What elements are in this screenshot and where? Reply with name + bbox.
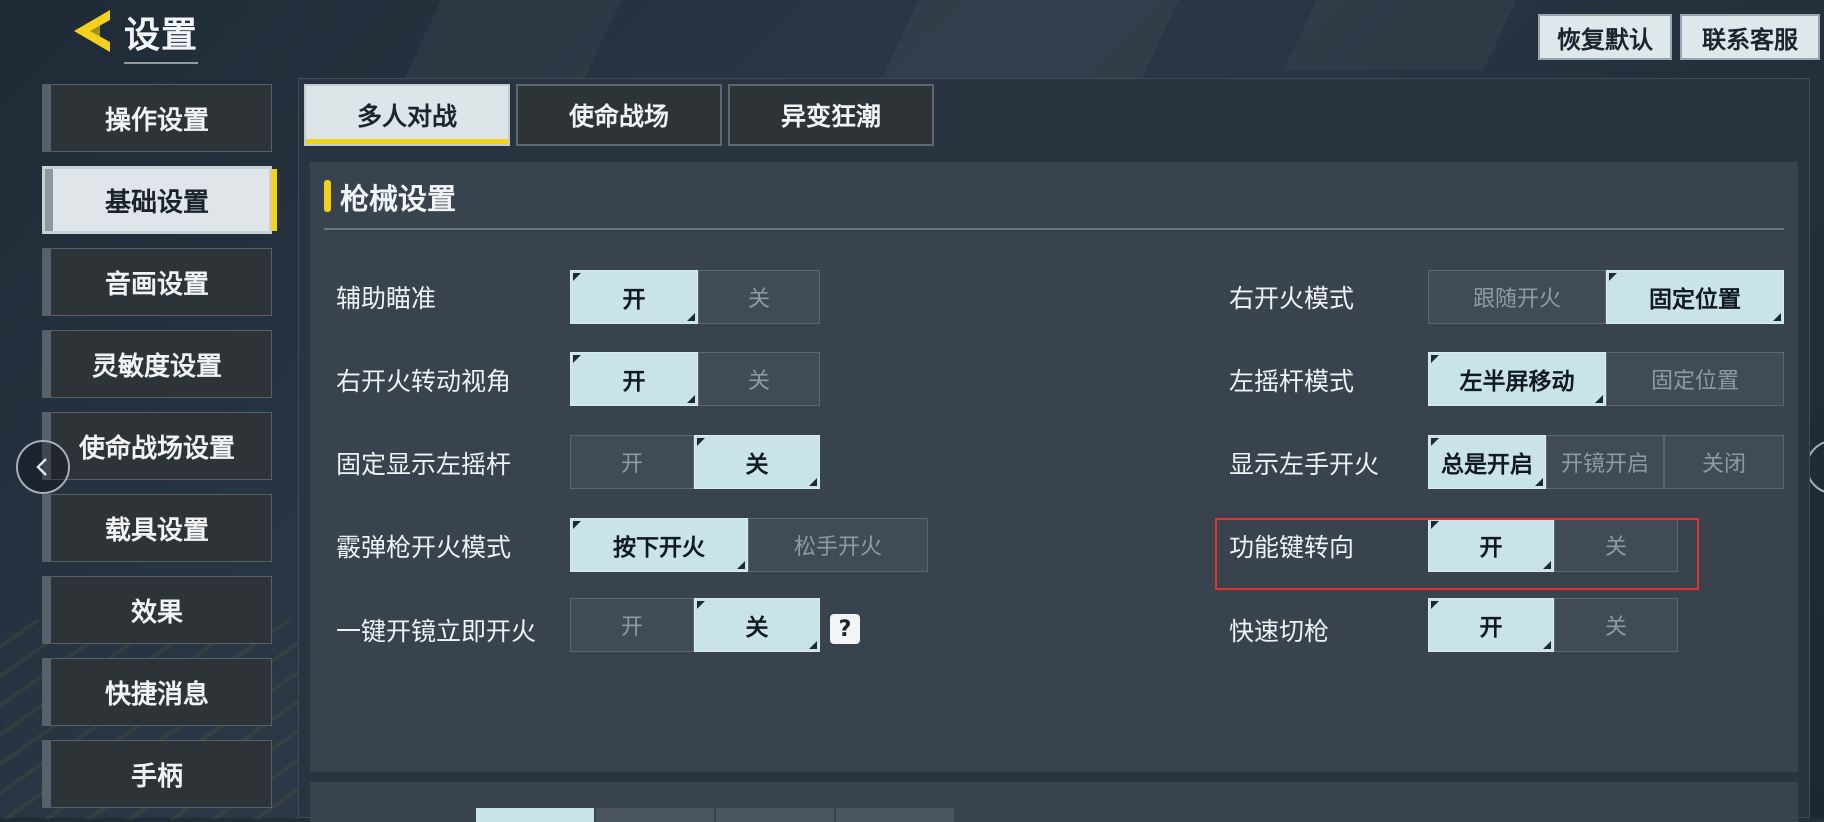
next-section-option[interactable] (596, 808, 714, 822)
option-always-on[interactable]: 总是开启 (1428, 435, 1546, 489)
right-fire-mode-toggle: 跟随开火 固定位置 (1428, 270, 1784, 324)
option-fixed-position[interactable]: 固定位置 (1606, 270, 1784, 324)
option-off[interactable]: 关 (698, 352, 820, 406)
back-chevron-icon (74, 10, 110, 52)
option-follow-fire[interactable]: 跟随开火 (1428, 270, 1606, 324)
fixed-left-stick-toggle: 开 关 (570, 435, 820, 489)
option-half-screen-move[interactable]: 左半屏移动 (1428, 352, 1606, 406)
option-on[interactable]: 开 (570, 270, 698, 324)
setting-label: 快速切枪 (1229, 617, 1330, 646)
option-off[interactable]: 关 (694, 598, 820, 652)
setting-label: 右开火转动视角 (336, 367, 512, 396)
next-section-option[interactable] (836, 808, 954, 822)
option-on[interactable]: 开 (570, 435, 694, 489)
setting-label: 右开火模式 (1229, 284, 1355, 313)
highlight-box (1215, 518, 1699, 590)
sidebar-item-sensitivity[interactable]: 灵敏度设置 (42, 330, 272, 398)
setting-label: 辅助瞄准 (336, 284, 437, 313)
scroll-left-button[interactable] (16, 440, 70, 494)
sidebar-item-battle-royale[interactable]: 使命战场设置 (42, 412, 272, 480)
contact-support-button[interactable]: 联系客服 (1680, 14, 1820, 60)
sidebar: 操作设置 基础设置 音画设置 灵敏度设置 使命战场设置 载具设置 效果 快捷消息… (42, 84, 277, 822)
sidebar-item-effects[interactable]: 效果 (42, 576, 272, 644)
section-divider (324, 228, 1784, 230)
option-ads-on[interactable]: 开镜开启 (1546, 435, 1664, 489)
next-section-option[interactable] (716, 808, 834, 822)
option-off[interactable]: 关 (698, 270, 820, 324)
sidebar-item-basic[interactable]: 基础设置 (42, 166, 277, 234)
option-release-fire[interactable]: 松手开火 (748, 518, 928, 572)
section-title: 枪械设置 (340, 182, 457, 216)
ads-instant-fire-toggle: 开 关 (570, 598, 820, 652)
sidebar-item-controls[interactable]: 操作设置 (42, 84, 272, 152)
shotgun-fire-mode-toggle: 按下开火 松手开火 (570, 518, 928, 572)
section-accent-bar (324, 180, 331, 212)
option-off[interactable]: 关 (1554, 598, 1678, 652)
chevron-left-icon (36, 458, 47, 476)
back-button[interactable] (70, 8, 120, 54)
left-fire-display-toggle: 总是开启 开镜开启 关闭 (1428, 435, 1784, 489)
background-decor (399, 0, 621, 90)
page-title: 设置 (124, 6, 199, 64)
setting-label: 显示左手开火 (1229, 450, 1380, 479)
sidebar-item-vehicle[interactable]: 载具设置 (42, 494, 272, 562)
background-decor (881, 0, 1178, 80)
fire-turn-view-toggle: 开 关 (570, 352, 820, 406)
tab-multiplayer[interactable]: 多人对战 (304, 84, 510, 146)
option-fixed-position[interactable]: 固定位置 (1606, 352, 1784, 406)
left-stick-mode-toggle: 左半屏移动 固定位置 (1428, 352, 1784, 406)
mode-tabs: 多人对战 使命战场 异变狂潮 (304, 84, 940, 146)
option-off[interactable]: 关闭 (1664, 435, 1784, 489)
next-section-option[interactable] (476, 808, 594, 822)
sidebar-item-audio-video[interactable]: 音画设置 (42, 248, 272, 316)
aim-assist-toggle: 开 关 (570, 270, 820, 324)
option-on[interactable]: 开 (570, 352, 698, 406)
setting-label: 霰弹枪开火模式 (336, 533, 512, 562)
setting-label: 左摇杆模式 (1229, 367, 1355, 396)
quick-weapon-switch-toggle: 开 关 (1428, 598, 1678, 652)
tab-battle-royale[interactable]: 使命战场 (516, 84, 722, 146)
background-decor (1284, 0, 1517, 70)
help-icon[interactable]: ? (830, 614, 860, 644)
setting-label: 固定显示左摇杆 (336, 450, 512, 479)
sidebar-item-controller[interactable]: 手柄 (42, 740, 272, 808)
sidebar-item-quick-messages[interactable]: 快捷消息 (42, 658, 272, 726)
option-on[interactable]: 开 (570, 598, 694, 652)
tab-undead-siege[interactable]: 异变狂潮 (728, 84, 934, 146)
option-off[interactable]: 关 (694, 435, 820, 489)
option-on[interactable]: 开 (1428, 598, 1554, 652)
option-press-fire[interactable]: 按下开火 (570, 518, 748, 572)
restore-defaults-button[interactable]: 恢复默认 (1538, 14, 1672, 60)
setting-label: 一键开镜立即开火 (336, 617, 537, 646)
